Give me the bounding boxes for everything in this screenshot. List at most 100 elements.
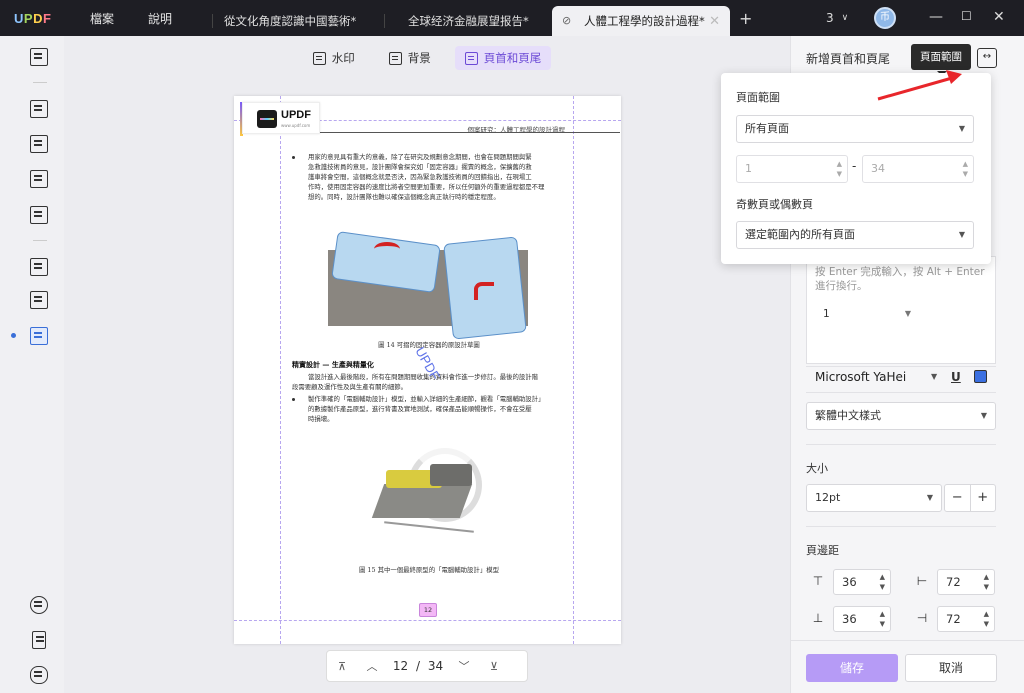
- tab-chinese-art[interactable]: 從文化角度認識中國藝術*: [212, 6, 384, 36]
- prev-page-icon[interactable]: ︿: [357, 658, 387, 674]
- close-tab-icon[interactable]: ✕: [709, 14, 720, 29]
- avatar[interactable]: 币: [874, 7, 896, 29]
- next-page-icon[interactable]: ﹀: [449, 658, 479, 674]
- cancel-button[interactable]: 取消: [905, 654, 997, 682]
- rail-divider: [33, 82, 47, 83]
- text-placeholder: 按 Enter 完成輸入，按 Alt + Enter 進行換行。: [815, 266, 985, 292]
- odd-even-select[interactable]: 選定範圍內的所有頁面 ▼: [736, 221, 974, 249]
- add-tab-button[interactable]: +: [739, 9, 752, 28]
- tab-label: 人體工程學的設計過程*: [584, 14, 705, 28]
- cad-base-sketch: [371, 484, 473, 518]
- margin-label: 頁邊距: [806, 544, 839, 557]
- margin-bottom-input[interactable]: 36 ▲ ▼: [833, 606, 891, 632]
- page-number-input[interactable]: 12 / 34: [387, 659, 449, 673]
- background-label: 背景: [407, 51, 431, 65]
- comment-icon[interactable]: [30, 100, 48, 118]
- caret-down-icon: ▼: [904, 309, 911, 318]
- tab-separator: [384, 14, 385, 28]
- stepper-arrows-icon[interactable]: ▲ ▼: [880, 572, 885, 592]
- header-footer-button[interactable]: 頁首和頁尾: [454, 46, 552, 70]
- header-footer-icon: [464, 51, 478, 65]
- layers-icon[interactable]: [30, 596, 48, 614]
- range-to-input[interactable]: 34 ▲ ▼: [862, 155, 974, 183]
- decrease-size-button[interactable]: −: [945, 485, 971, 511]
- style-select[interactable]: 繁體中文樣式 ▼: [806, 402, 996, 430]
- margin-top-value: 36: [842, 575, 857, 589]
- caret-down-icon: ▼: [958, 230, 965, 239]
- bookmark-icon[interactable]: [32, 631, 46, 649]
- text-line: 護車將會空間，這個概念就是否決，因為緊急救護技術員的回饋指出，在現場工: [308, 173, 532, 181]
- caret-down-icon: ▼: [958, 124, 965, 133]
- caret-down-icon[interactable]: ▼: [931, 372, 937, 381]
- save-button[interactable]: 儲存: [806, 654, 898, 682]
- font-select[interactable]: Microsoft YaHei: [815, 370, 906, 384]
- minimize-button[interactable]: —: [929, 9, 943, 25]
- margin-right-input[interactable]: 72 ▲ ▼: [937, 606, 995, 632]
- panel-title: 新增頁首和頁尾: [806, 52, 891, 66]
- stepper-arrows-icon[interactable]: ▲ ▼: [984, 609, 989, 629]
- menu-help[interactable]: 說明: [148, 10, 172, 27]
- watermark-button[interactable]: 水印: [303, 46, 365, 70]
- range-dash: -: [852, 159, 857, 173]
- text-line: 的數據製作產品原型，進行背書及實地測試，確保產品能順暢操作，不會在受壓: [308, 405, 532, 413]
- page-range-label: 頁面範圍: [736, 91, 780, 104]
- header-footer-label: 頁首和頁尾: [483, 51, 542, 65]
- tab-count: 3: [826, 11, 834, 25]
- updf-logo-icon: [257, 110, 277, 128]
- range-from-input[interactable]: 1 ▲ ▼: [736, 155, 848, 183]
- range-to-value: 34: [871, 162, 885, 175]
- margin-guide: [573, 96, 574, 644]
- stepper-arrows-icon[interactable]: ▲ ▼: [837, 159, 842, 179]
- page-range-tooltip: 頁面範圍: [911, 44, 971, 76]
- margin-right-icon: ⊣: [916, 611, 928, 625]
- tab-ergonomics[interactable]: ⊘ 人體工程學的設計過程* ✕: [552, 6, 730, 36]
- margin-top-icon: ⊤: [812, 574, 824, 588]
- stepper-arrows-icon[interactable]: ▲ ▼: [880, 609, 885, 629]
- background-button[interactable]: 背景: [379, 46, 441, 70]
- underline-button[interactable]: U: [951, 370, 961, 384]
- size-label: 大小: [806, 462, 828, 475]
- text-line: 段需要顧及運作性及與生產有關的細節。: [292, 383, 408, 391]
- logo-letter: D: [33, 10, 43, 26]
- last-page-icon[interactable]: ⊻: [479, 660, 509, 673]
- divider: [806, 526, 996, 527]
- margin-left-icon: ⊢: [916, 574, 928, 588]
- reader-icon[interactable]: [30, 48, 48, 66]
- margin-right-value: 72: [946, 612, 961, 626]
- header-text-input[interactable]: 按 Enter 完成輸入，按 Alt + Enter 進行換行。 1 ▼: [806, 256, 996, 364]
- caret-down-icon: ▼: [980, 411, 987, 420]
- page-range-icon[interactable]: ↔: [977, 48, 997, 68]
- section-heading: 精實設計 — 生產與精量化: [292, 360, 374, 369]
- maximize-button[interactable]: ☐: [961, 9, 972, 23]
- color-picker[interactable]: [974, 370, 987, 383]
- organize-pages-icon[interactable]: [30, 258, 48, 276]
- attachment-icon[interactable]: [30, 666, 48, 684]
- menu-file[interactable]: 檔案: [90, 10, 114, 27]
- edit-icon[interactable]: [30, 135, 48, 153]
- stepper-arrows-icon[interactable]: ▲ ▼: [984, 572, 989, 592]
- font-size-select[interactable]: 12pt ▼: [806, 484, 942, 512]
- first-page-icon[interactable]: ⊼: [327, 660, 357, 673]
- form-icon[interactable]: [30, 170, 48, 188]
- figure-caption: 圖 15 其中一個最終原型的「電腦輔助設計」模型: [358, 566, 499, 574]
- margin-left-value: 72: [946, 575, 961, 589]
- header-logo: UPDF www.updf.com: [242, 102, 320, 134]
- increase-size-button[interactable]: +: [971, 485, 996, 511]
- crop-icon[interactable]: [30, 291, 48, 309]
- page-range-select[interactable]: 所有頁面 ▼: [736, 115, 974, 143]
- fill-sign-icon[interactable]: [30, 206, 48, 224]
- page-tools-icon[interactable]: [30, 327, 48, 345]
- document-canvas[interactable]: 水印 背景 頁首和頁尾 UPDF www.updf.com 個案研究：人體工程學…: [64, 36, 790, 693]
- stepper-arrows-icon[interactable]: ▲ ▼: [963, 159, 968, 179]
- tab-economic-report[interactable]: 全球经济金融展望报告*: [396, 6, 552, 36]
- close-window-button[interactable]: ✕: [993, 9, 1005, 25]
- tab-list-button[interactable]: 3 ∨: [826, 0, 848, 36]
- page-number-format-select[interactable]: 1 ▼: [817, 303, 917, 325]
- page-number-footer[interactable]: 12: [419, 603, 437, 617]
- margin-left-input[interactable]: 72 ▲ ▼: [937, 569, 995, 595]
- odd-even-label: 奇數頁或偶數頁: [736, 198, 813, 211]
- paragraph: 用家的意見具有重大的意義，除了在研究及規劃意念期間，也會在問題期間與緊 急救護技…: [308, 152, 570, 202]
- margin-top-input[interactable]: 36 ▲ ▼: [833, 569, 891, 595]
- watermark-label: 水印: [331, 51, 355, 65]
- pdf-page[interactable]: UPDF www.updf.com 個案研究：人體工程學的設計過程 用家的意見具…: [234, 96, 621, 644]
